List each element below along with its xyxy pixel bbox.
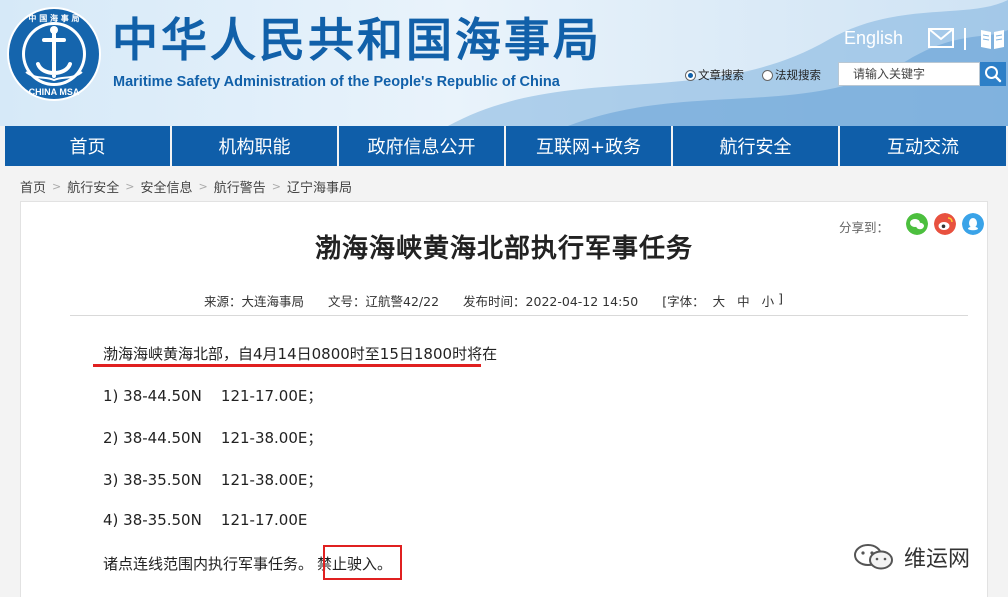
article-paragraph: 渤海海峡黄海北部，自4月14日0800时至15日1800时将在	[103, 345, 498, 363]
site-title-cn: 中华人民共和国海事局	[112, 13, 602, 67]
logo-text-top: 中 国 海 事 局	[28, 13, 79, 23]
book-icon[interactable]	[979, 27, 1006, 51]
highlight-box	[323, 545, 402, 580]
mail-icon[interactable]	[928, 28, 954, 48]
breadcrumb: 首页 > 航行安全 > 安全信息 > 航行警告 > 辽宁海事局	[20, 176, 352, 196]
font-size-close: ]	[778, 291, 784, 306]
nav-navigation-safety[interactable]: 航行安全	[673, 126, 838, 166]
breadcrumb-item-safety[interactable]: 航行安全	[67, 177, 119, 196]
coordinate-1: 1) 38-44.50N 121-17.00E；	[103, 387, 323, 405]
english-link[interactable]: English	[844, 28, 903, 49]
search-type-law[interactable]: 法规搜索	[762, 66, 821, 84]
coordinate-3: 3) 38-35.50N 121-38.00E；	[103, 471, 323, 489]
font-small-button[interactable]: 小	[762, 291, 775, 310]
breadcrumb-item-info[interactable]: 安全信息	[140, 177, 192, 196]
site-title-en: Maritime Safety Administration of the Pe…	[113, 74, 560, 90]
site-header: 中 国 海 事 局 CHINA MSA 中华人民共和国海事局 Maritime …	[0, 0, 1008, 126]
radio-law-label: 法规搜索	[775, 68, 821, 82]
breadcrumb-separator: >	[125, 179, 135, 193]
breadcrumb-separator: >	[52, 179, 62, 193]
msa-logo-icon[interactable]: 中 国 海 事 局 CHINA MSA	[6, 6, 102, 102]
meta-divider	[70, 315, 968, 316]
coordinate-2: 2) 38-44.50N 121-38.00E；	[103, 429, 323, 447]
watermark-text: 维运网	[904, 547, 971, 572]
breadcrumb-item-liaoning[interactable]: 辽宁海事局	[287, 177, 352, 196]
font-size-label: [字体：	[662, 294, 705, 309]
search-input[interactable]	[838, 62, 980, 86]
nav-interaction[interactable]: 互动交流	[840, 126, 1006, 166]
breadcrumb-item-home[interactable]: 首页	[20, 177, 46, 196]
main-nav: 首页 机构职能 政府信息公开 互联网+政务 航行安全 互动交流	[0, 126, 1008, 166]
coordinate-4: 4) 38-35.50N 121-17.00E	[103, 511, 308, 529]
last-line-prefix: 诸点连线范围内执行军事任务。	[103, 555, 314, 573]
meta-doc-no: 文号：辽航警42/22	[328, 294, 440, 309]
header-separator	[964, 28, 966, 50]
nav-functions[interactable]: 机构职能	[172, 126, 337, 166]
meta-source: 来源：大连海事局	[204, 294, 305, 309]
font-medium-button[interactable]: 中	[737, 291, 750, 310]
article-title: 渤海海峡黄海北部执行军事任务	[314, 234, 693, 264]
meta-publish-time: 发布时间：2022-04-12 14:50	[463, 294, 639, 309]
wechat-watermark-icon	[854, 544, 893, 570]
nav-internet-gov[interactable]: 互联网+政务	[506, 126, 671, 166]
radio-law[interactable]	[762, 69, 773, 81]
search-icon	[985, 66, 1002, 83]
breadcrumb-item-warnings[interactable]: 航行警告	[214, 177, 266, 196]
radio-article[interactable]	[685, 69, 696, 81]
article-meta: 来源：大连海事局 文号：辽航警42/22 发布时间：2022-04-12 14:…	[204, 291, 783, 310]
nav-gov-info[interactable]: 政府信息公开	[339, 126, 504, 166]
watermark: 维运网	[852, 539, 970, 575]
search-button[interactable]	[980, 62, 1006, 86]
font-large-button[interactable]: 大	[713, 291, 726, 310]
breadcrumb-separator: >	[198, 179, 208, 193]
search-type-article[interactable]: 文章搜索	[685, 66, 744, 84]
logo-text-bottom: CHINA MSA	[29, 87, 80, 97]
breadcrumb-separator: >	[271, 179, 281, 193]
highlight-underline	[93, 364, 481, 367]
radio-article-label: 文章搜索	[698, 68, 744, 82]
nav-home[interactable]: 首页	[5, 126, 170, 166]
